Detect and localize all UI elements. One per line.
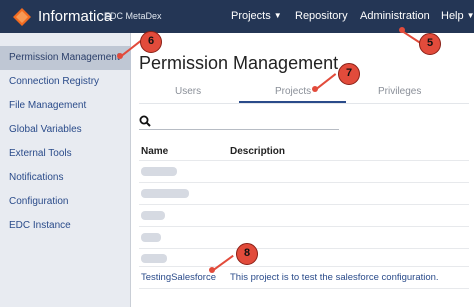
- callout-badge: 7: [338, 63, 360, 85]
- tabs-divider: [139, 103, 469, 104]
- obscured-row-name: [141, 254, 167, 263]
- admin-sidebar: Permission Management Connection Registr…: [0, 33, 131, 307]
- table-row-divider: [139, 288, 469, 289]
- callout-badge: 8: [236, 243, 258, 265]
- tab-users[interactable]: Users: [175, 86, 201, 97]
- callout-pointer-dot: [117, 53, 123, 59]
- sidebar-item-global-variables[interactable]: Global Variables: [0, 118, 131, 142]
- caret-down-icon: ▼: [466, 11, 474, 20]
- sidebar-item-file-management[interactable]: File Management: [0, 94, 131, 118]
- sidebar-item-external-tools[interactable]: External Tools: [0, 142, 131, 166]
- page-title: Permission Management: [139, 53, 339, 73]
- table-row-divider: [139, 266, 469, 267]
- table-row-divider: [139, 226, 469, 227]
- sidebar-item-notifications[interactable]: Notifications: [0, 166, 131, 190]
- project-name-link[interactable]: TestingSalesforce: [141, 272, 216, 283]
- sidebar-item-edc-instance[interactable]: EDC Instance: [0, 214, 131, 238]
- nav-repository[interactable]: Repository: [295, 10, 348, 22]
- sidebar-item-configuration[interactable]: Configuration: [0, 190, 131, 214]
- nav-projects-label: Projects: [231, 10, 271, 22]
- callout-pointer-dot: [399, 27, 405, 33]
- caret-down-icon: ▼: [273, 11, 282, 20]
- nav-administration-label: Administration: [360, 10, 430, 22]
- column-header-description[interactable]: Description: [230, 146, 285, 157]
- callout-pointer-dot: [209, 267, 215, 273]
- table-row-divider: [139, 248, 469, 249]
- active-tab-indicator: [239, 101, 346, 103]
- search-input[interactable]: [139, 129, 339, 130]
- table-row-divider: [139, 182, 469, 183]
- column-header-name[interactable]: Name: [141, 146, 168, 157]
- sidebar-item-connection-registry[interactable]: Connection Registry: [0, 70, 131, 94]
- table-row-divider: [139, 204, 469, 205]
- sidebar-item-permission-management[interactable]: Permission Management: [0, 46, 131, 70]
- nav-administration[interactable]: Administration: [360, 10, 430, 22]
- tab-privileges[interactable]: Privileges: [378, 86, 421, 97]
- obscured-row-name: [141, 167, 177, 176]
- callout-pointer-dot: [312, 86, 318, 92]
- obscured-row-name: [141, 233, 161, 242]
- callout-badge: 6: [140, 31, 162, 53]
- informatica-logo-icon: [13, 8, 31, 26]
- obscured-row-name: [141, 189, 189, 198]
- nav-help[interactable]: Help ▼: [441, 10, 474, 22]
- project-description: This project is to test the salesforce c…: [230, 272, 439, 283]
- brand-name: Informatica: [38, 8, 113, 25]
- search-icon[interactable]: [139, 115, 151, 127]
- product-name: EDC MetaDex: [104, 11, 162, 21]
- nav-repository-label: Repository: [295, 10, 348, 22]
- nav-projects[interactable]: Projects ▼: [231, 10, 282, 22]
- table-row-divider: [139, 160, 469, 161]
- nav-help-label: Help: [441, 10, 464, 22]
- callout-badge: 5: [419, 33, 441, 55]
- obscured-row-name: [141, 211, 165, 220]
- tab-projects[interactable]: Projects: [275, 86, 311, 97]
